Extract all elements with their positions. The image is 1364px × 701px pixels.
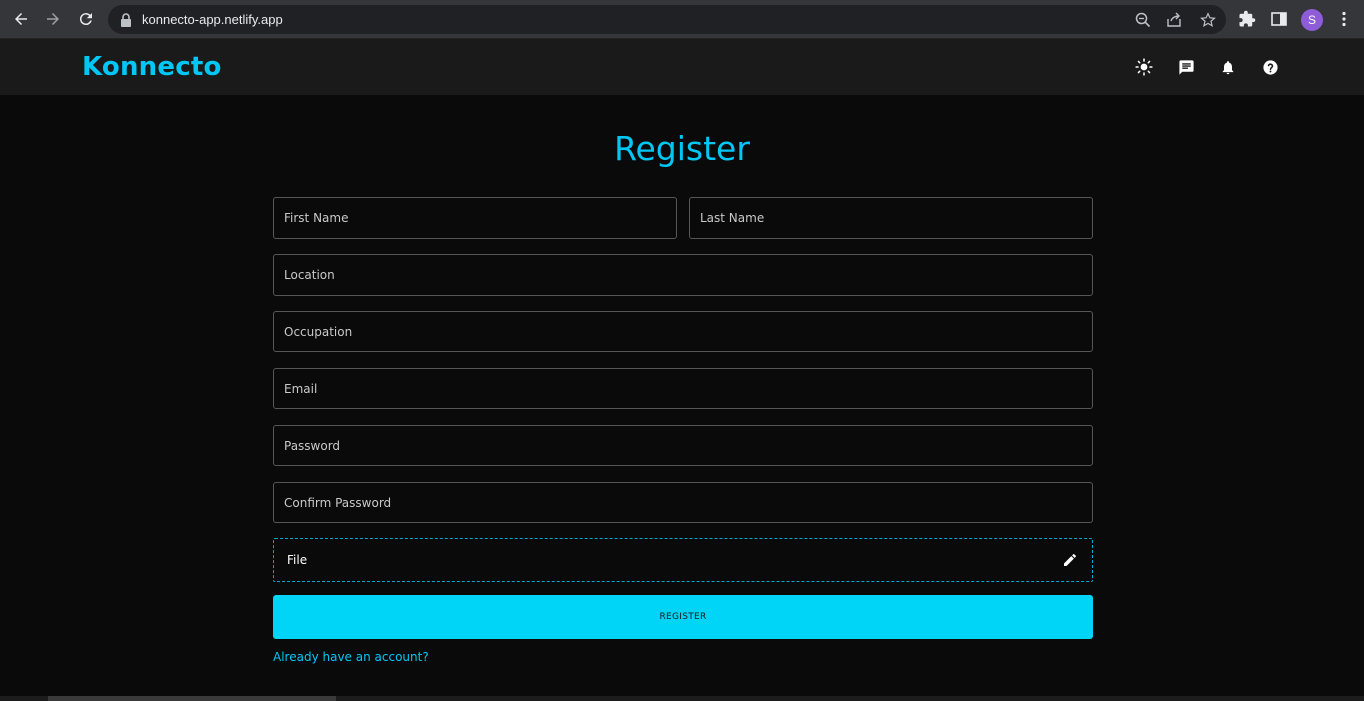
brand-logo[interactable]: Konnecto (82, 50, 222, 84)
profile-avatar[interactable]: S (1301, 9, 1323, 31)
email-field[interactable] (273, 368, 1093, 409)
lock-icon (120, 12, 132, 31)
file-dropzone[interactable]: File (273, 538, 1093, 582)
bell-icon[interactable] (1218, 57, 1238, 77)
login-link[interactable]: Already have an account? (273, 650, 429, 664)
help-icon[interactable] (1260, 57, 1280, 77)
register-button[interactable]: REGISTER (273, 595, 1093, 639)
share-icon[interactable] (1165, 11, 1183, 29)
browser-toolbar: konnecto-app.netlify.app S (0, 0, 1364, 39)
email-input[interactable] (274, 369, 1092, 408)
app-header: Konnecto (0, 39, 1364, 95)
password-field[interactable] (273, 425, 1093, 466)
url-text: konnecto-app.netlify.app (142, 12, 283, 27)
location-field[interactable] (273, 254, 1093, 296)
occupation-field[interactable] (273, 311, 1093, 352)
password-input[interactable] (274, 426, 1092, 465)
first-name-field[interactable] (273, 197, 677, 239)
reload-icon[interactable] (75, 8, 97, 30)
location-input[interactable] (274, 255, 1092, 295)
last-name-field[interactable] (689, 197, 1093, 239)
file-label: File (287, 553, 308, 567)
page-title: Register (614, 129, 750, 169)
bookmark-star-icon[interactable] (1199, 11, 1217, 29)
last-name-input[interactable] (690, 198, 1092, 238)
bottom-tab-strip (48, 696, 336, 701)
back-icon[interactable] (10, 8, 32, 30)
zoom-icon[interactable] (1134, 11, 1152, 29)
confirm-password-field[interactable] (273, 482, 1093, 523)
sun-icon[interactable] (1134, 57, 1154, 77)
address-bar[interactable]: konnecto-app.netlify.app (108, 5, 1226, 34)
confirm-password-input[interactable] (274, 483, 1092, 522)
extensions-icon[interactable] (1237, 9, 1257, 29)
first-name-input[interactable] (274, 198, 676, 238)
message-icon[interactable] (1176, 57, 1196, 77)
occupation-input[interactable] (274, 312, 1092, 351)
forward-icon[interactable] (42, 8, 64, 30)
side-panel-icon[interactable] (1269, 9, 1289, 29)
more-menu-icon[interactable] (1334, 9, 1354, 29)
edit-pencil-icon[interactable] (1062, 552, 1078, 568)
